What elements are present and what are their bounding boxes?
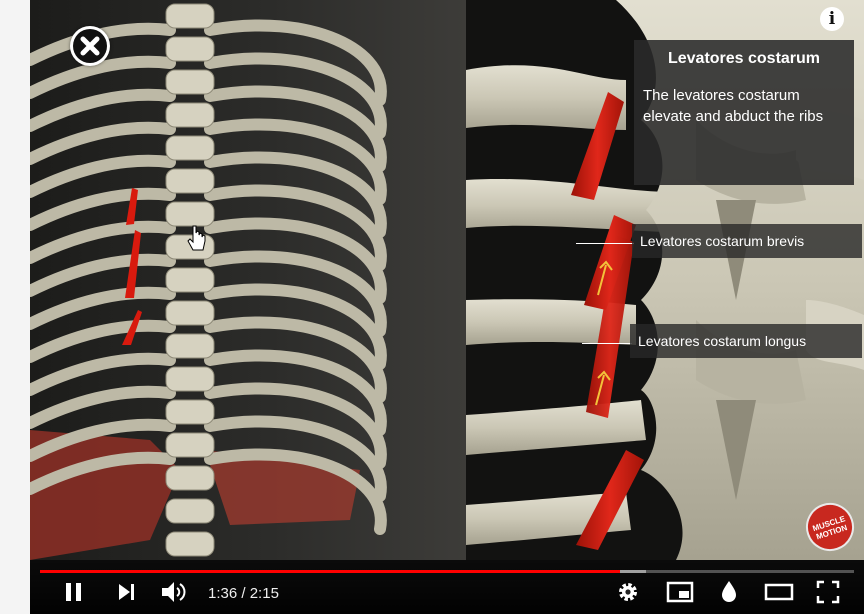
video-frame-left — [30, 0, 466, 560]
progress-played — [40, 570, 621, 573]
volume-icon[interactable] — [160, 580, 188, 604]
pause-icon[interactable] — [62, 580, 86, 604]
label-brevis: Levatores costarum brevis — [632, 224, 862, 258]
info-icon[interactable]: i — [820, 7, 844, 31]
fullscreen-icon[interactable] — [816, 580, 840, 604]
gear-icon[interactable] — [616, 580, 640, 604]
spine-ribcage-illustration — [30, 0, 466, 560]
info-panel: Levatores costarum The levatores costaru… — [634, 40, 854, 185]
miniplayer-icon[interactable] — [666, 580, 694, 604]
info-title: Levatores costarum — [667, 50, 821, 67]
info-description: The levatores costarum elevate and abduc… — [643, 87, 824, 125]
vertebra — [165, 267, 215, 293]
droplet-icon[interactable] — [719, 580, 739, 604]
player-controls: 1:36 / 2:15 — [30, 560, 864, 614]
vertebra — [165, 465, 215, 491]
close-icon — [73, 29, 107, 63]
vertebra — [165, 3, 215, 29]
time-total: 2:15 — [249, 585, 279, 602]
label-leader-line-longus — [582, 343, 632, 344]
vertebra — [165, 432, 215, 458]
theater-icon[interactable] — [764, 580, 794, 604]
vertebra — [165, 399, 215, 425]
vertebra — [165, 36, 215, 62]
vertebra — [165, 201, 215, 227]
close-button[interactable] — [70, 26, 110, 66]
progress-bar[interactable] — [40, 570, 854, 573]
vertebra — [165, 366, 215, 392]
vertebra — [165, 531, 215, 557]
vertebra — [165, 333, 215, 359]
label-leader-line-brevis — [576, 243, 634, 244]
vertebra — [165, 102, 215, 128]
time-current: 1:36 — [208, 585, 238, 602]
skip-next-icon[interactable] — [115, 580, 139, 604]
label-longus: Levatores costarum longus — [630, 324, 862, 358]
vertebra — [165, 69, 215, 95]
vertebra — [165, 300, 215, 326]
time-separator: / — [237, 585, 250, 602]
video-player[interactable]: i Levatores costarum The levatores costa… — [30, 0, 864, 614]
time-display: 1:36 / 2:15 — [208, 585, 279, 602]
vertebra — [165, 498, 215, 524]
vertebra — [165, 168, 215, 194]
vertebra — [165, 135, 215, 161]
